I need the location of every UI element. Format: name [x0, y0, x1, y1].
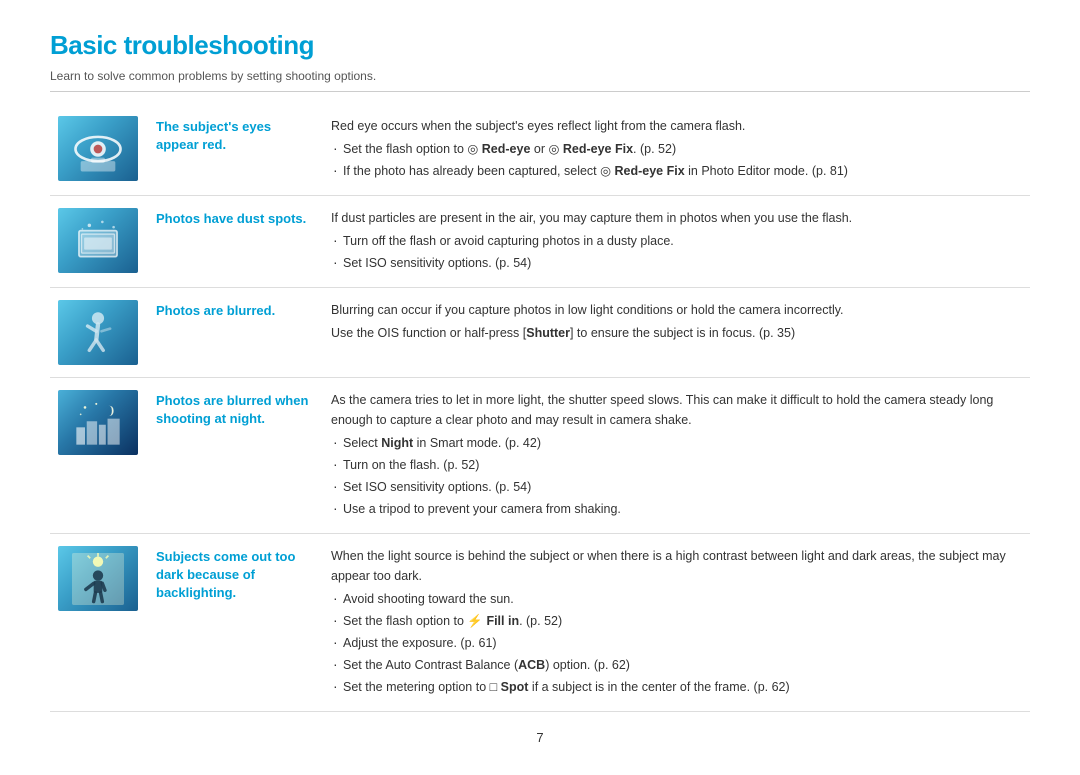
list-item: Set the flash option to ⚡ Fill in. (p. 5…	[331, 611, 1022, 631]
row-content-cell: When the light source is behind the subj…	[323, 534, 1030, 712]
list-item: Turn off the flash or avoid capturing ph…	[331, 231, 1022, 251]
troubleshooting-table: The subject's eyes appear red. Red eye o…	[50, 104, 1030, 712]
row-title-cell: Photos are blurred when shooting at nigh…	[148, 378, 323, 534]
problem-title-backlight: Subjects come out too dark because of ba…	[156, 549, 295, 600]
row-content-cell: If dust particles are present in the air…	[323, 196, 1030, 288]
table-row: Photos are blurred. Blurring can occur i…	[50, 288, 1030, 378]
page-subtitle: Learn to solve common problems by settin…	[50, 69, 1030, 92]
list-item: Select Night in Smart mode. (p. 42)	[331, 433, 1022, 453]
content-list: Turn off the flash or avoid capturing ph…	[331, 231, 1022, 273]
list-item: If the photo has already been captured, …	[331, 161, 1022, 181]
list-item: Set the metering option to □ Spot if a s…	[331, 677, 1022, 697]
row-title-cell: Photos have dust spots.	[148, 196, 323, 288]
problem-title-dust: Photos have dust spots.	[156, 211, 306, 226]
content-text: Red eye occurs when the subject's eyes r…	[331, 116, 1022, 136]
eye-icon	[72, 123, 124, 175]
row-content-cell: As the camera tries to let in more light…	[323, 378, 1030, 534]
page-title: Basic troubleshooting	[50, 30, 1030, 61]
problem-image-dust	[58, 208, 138, 273]
list-item: Set ISO sensitivity options. (p. 54)	[331, 253, 1022, 273]
list-item: Use a tripod to prevent your camera from…	[331, 499, 1022, 519]
content-text: Use the OIS function or half-press [Shut…	[331, 323, 1022, 343]
page-number: 7	[50, 730, 1030, 745]
list-item: Turn on the flash. (p. 52)	[331, 455, 1022, 475]
problem-image-backlight	[58, 546, 138, 611]
list-item: Set ISO sensitivity options. (p. 54)	[331, 477, 1022, 497]
problem-title-red-eye: The subject's eyes appear red.	[156, 119, 271, 152]
row-title-cell: Subjects come out too dark because of ba…	[148, 534, 323, 712]
table-row: Photos are blurred when shooting at nigh…	[50, 378, 1030, 534]
blurred-person-icon	[72, 307, 124, 359]
dust-icon	[72, 215, 124, 267]
content-text: If dust particles are present in the air…	[331, 208, 1022, 228]
problem-image-night	[58, 390, 138, 455]
row-content-cell: Red eye occurs when the subject's eyes r…	[323, 104, 1030, 196]
list-item: Set the flash option to ◎ Red-eye or ◎ R…	[331, 139, 1022, 159]
table-row: Subjects come out too dark because of ba…	[50, 534, 1030, 712]
content-list: Avoid shooting toward the sun. Set the f…	[331, 589, 1022, 697]
problem-title-blurred: Photos are blurred.	[156, 303, 275, 318]
row-title-cell: Photos are blurred.	[148, 288, 323, 378]
problem-image-red-eye	[58, 116, 138, 181]
list-item: Avoid shooting toward the sun.	[331, 589, 1022, 609]
night-icon	[72, 397, 124, 449]
backlight-icon	[72, 553, 124, 605]
problem-title-night: Photos are blurred when shooting at nigh…	[156, 393, 308, 426]
row-image-cell	[50, 288, 148, 378]
content-text: When the light source is behind the subj…	[331, 546, 1022, 586]
table-row: Photos have dust spots. If dust particle…	[50, 196, 1030, 288]
row-title-cell: The subject's eyes appear red.	[148, 104, 323, 196]
content-text: As the camera tries to let in more light…	[331, 390, 1022, 430]
problem-image-blurred	[58, 300, 138, 365]
row-image-cell	[50, 196, 148, 288]
row-content-cell: Blurring can occur if you capture photos…	[323, 288, 1030, 378]
row-image-cell	[50, 534, 148, 712]
content-list: Select Night in Smart mode. (p. 42) Turn…	[331, 433, 1022, 519]
list-item: Adjust the exposure. (p. 61)	[331, 633, 1022, 653]
row-image-cell	[50, 378, 148, 534]
content-list: Set the flash option to ◎ Red-eye or ◎ R…	[331, 139, 1022, 181]
table-row: The subject's eyes appear red. Red eye o…	[50, 104, 1030, 196]
row-image-cell	[50, 104, 148, 196]
list-item: Set the Auto Contrast Balance (ACB) opti…	[331, 655, 1022, 675]
content-text: Blurring can occur if you capture photos…	[331, 300, 1022, 320]
